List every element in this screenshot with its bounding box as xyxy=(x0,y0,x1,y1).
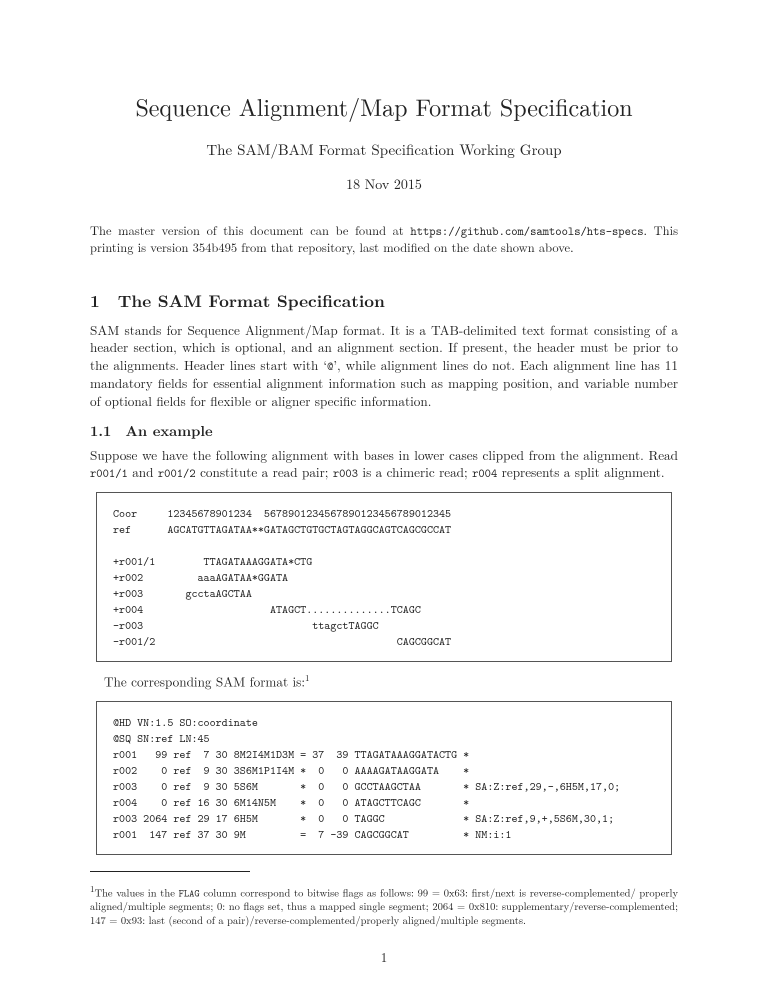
sub11-tt2: r001/2 xyxy=(158,465,196,481)
footnote-rule xyxy=(90,871,250,872)
sub11-text-e: represents a split alignment. xyxy=(497,462,664,481)
page-number: 1 xyxy=(0,948,768,966)
subsection-1-1-body: Suppose we have the following alignment … xyxy=(90,446,678,482)
subsection-1-1-heading: 1.1 An example xyxy=(90,422,678,442)
intro-text-a: The master version of this document can … xyxy=(90,221,410,239)
between-text: The corresponding SAM format is:1 xyxy=(104,672,678,690)
page-date: 18 Nov 2015 xyxy=(90,175,678,194)
sam-format-box: @HD VN:1.5 SO:coordinate @SQ SN:ref LN:4… xyxy=(96,701,672,856)
section-1-number: 1 xyxy=(90,289,100,313)
intro-url: https://github.com/samtools/hts-specs xyxy=(410,223,643,239)
alignment-example-box: Coor 12345678901234 56789012345678901234… xyxy=(96,492,672,663)
sub11-text-b: and xyxy=(128,462,158,481)
sub11-text-c: constitute a read pair; xyxy=(196,462,333,481)
sub11-tt1: r001/1 xyxy=(90,465,128,481)
sub11-tt3: r003 xyxy=(333,465,358,481)
footnote-ref-1: 1 xyxy=(305,671,310,684)
section-1-heading: 1 The SAM Format Specification xyxy=(90,290,678,313)
section-1-title: The SAM Format Specification xyxy=(118,289,385,313)
footnote-1: 1The values in the FLAG column correspon… xyxy=(90,883,678,928)
subsection-1-1-title: An example xyxy=(125,421,212,441)
sub11-tt4: r004 xyxy=(472,465,497,481)
subsection-1-1-number: 1.1 xyxy=(90,421,111,441)
page-title: Sequence Alignment/Map Format Specificat… xyxy=(90,90,678,122)
between-text-a: The corresponding SAM format is: xyxy=(104,672,305,691)
sub11-text-d: is a chimeric read; xyxy=(358,462,472,481)
page-subtitle: The SAM/BAM Format Specification Working… xyxy=(90,140,678,160)
section-1-body: SAM stands for Sequence Alignment/Map fo… xyxy=(90,321,678,410)
footnote-text-a: The values in the xyxy=(95,885,179,900)
sub11-text-a: Suppose we have the following alignment … xyxy=(90,445,678,464)
intro-paragraph: The master version of this document can … xyxy=(90,222,678,256)
